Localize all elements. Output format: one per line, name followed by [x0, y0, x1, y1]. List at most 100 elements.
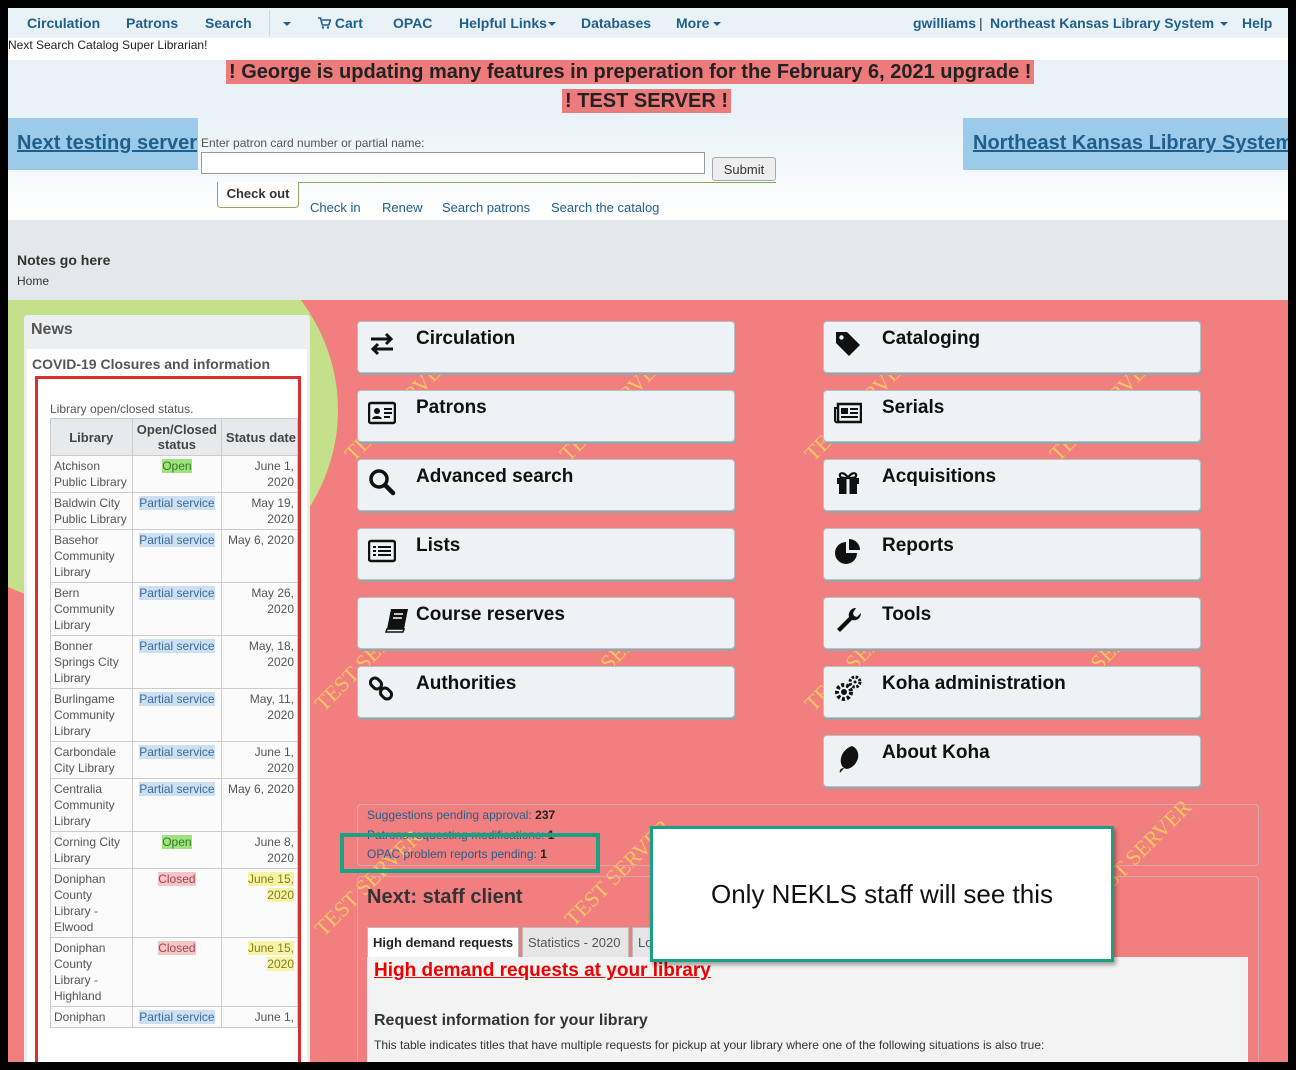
status-date: May 6, 2020: [227, 782, 294, 796]
nav-cart[interactable]: Cart: [318, 15, 363, 31]
tab-search-catalog[interactable]: Search the catalog: [551, 200, 659, 215]
status-cell: Partial service: [131, 529, 223, 583]
module-label: Koha administration: [882, 673, 1066, 694]
status-date: June 1,: [254, 1010, 294, 1024]
library-name: Bern Community Library: [50, 582, 133, 636]
module-cataloging[interactable]: Cataloging: [823, 321, 1201, 373]
breadcrumb[interactable]: Home: [17, 274, 49, 288]
search-icon: [369, 469, 396, 496]
book-icon: [384, 609, 408, 633]
table-row: Corning City Library Open June 8, 2020: [50, 831, 298, 869]
status-badge: Closed: [158, 872, 196, 886]
status-badge: Partial service: [139, 1010, 215, 1024]
status-date: June 15, 2020: [247, 872, 294, 902]
column-header-date: Status date: [221, 418, 298, 456]
nav-patrons[interactable]: Patrons: [126, 15, 178, 31]
login-subtitle: Next Search Catalog Super Librarian!: [8, 38, 208, 52]
table-row: Doniphan County Library - Highland Closed…: [50, 937, 298, 1007]
news-item: COVID-19 Closures and information Librar…: [27, 349, 307, 1062]
next-testing-server-link[interactable]: Next testing server: [17, 132, 197, 155]
patron-card-input[interactable]: [201, 152, 705, 174]
list-icon: [368, 539, 396, 563]
module-circulation[interactable]: Circulation: [357, 321, 735, 373]
table-row: Doniphan County Library - Elwood Closed Ju…: [50, 868, 298, 938]
tab-renew[interactable]: Renew: [382, 200, 422, 215]
table-row: Doniphan Partial service June 1,: [50, 1006, 298, 1028]
tab-check-out[interactable]: Check out: [217, 182, 299, 208]
module-patrons[interactable]: Patrons: [357, 390, 735, 442]
module-label: About Koha: [882, 742, 990, 763]
module-reports[interactable]: Reports: [823, 528, 1201, 580]
status-badge: Partial service: [139, 496, 215, 510]
module-label: Circulation: [416, 328, 516, 349]
status-table-body: Atchison Public Library Open June 1, 2020 B…: [50, 455, 298, 1028]
library-name: Corning City Library: [50, 831, 133, 869]
tab-high-demand-requests[interactable]: High demand requests: [367, 927, 519, 957]
module-tools[interactable]: Tools: [823, 597, 1201, 649]
table-row: Bern Community Library Partial service May…: [50, 582, 298, 636]
module-label: Course reserves: [416, 604, 565, 625]
suggestions-pending-label: Suggestions pending approval:: [367, 808, 532, 822]
status-date: June 1, 2020: [254, 745, 294, 775]
status-date: June 1, 2020: [254, 459, 294, 489]
tab-check-in[interactable]: Check in: [310, 200, 361, 215]
submit-button[interactable]: Submit: [712, 157, 776, 181]
pie-chart-icon: [835, 539, 860, 564]
patron-search-label: Enter patron card number or partial name…: [201, 136, 425, 150]
module-koha-administration[interactable]: Koha administration: [823, 666, 1201, 718]
module-authorities[interactable]: Authorities: [357, 666, 735, 718]
module-label: Authorities: [416, 673, 517, 694]
module-lists[interactable]: Lists: [357, 528, 735, 580]
nav-databases[interactable]: Databases: [581, 15, 651, 31]
module-acquisitions[interactable]: Acquisitions: [823, 459, 1201, 511]
nav-more[interactable]: More: [676, 15, 722, 31]
suggestions-pending-count: 237: [535, 808, 556, 822]
module-advanced-search[interactable]: Advanced search: [357, 459, 735, 511]
status-date: May 26, 2020: [251, 586, 294, 616]
module-course-reserves[interactable]: Course reserves: [357, 597, 735, 649]
id-card-icon: [368, 401, 396, 425]
status-badge: Partial service: [139, 745, 215, 759]
nav-search-dropdown[interactable]: [279, 15, 291, 31]
news-title: News: [31, 321, 73, 338]
status-cell: Partial service: [131, 635, 223, 689]
library-name: Doniphan County Library - Elwood: [50, 868, 133, 938]
nav-help[interactable]: Help: [1242, 15, 1272, 31]
nav-helpful-links[interactable]: Helpful Links: [459, 15, 556, 31]
nav-search[interactable]: Search: [205, 15, 252, 31]
status-date-cell: June 1, 2020: [221, 741, 298, 779]
status-date-cell: June 8, 2020: [221, 831, 298, 869]
nav-cart-label: Cart: [334, 15, 363, 31]
status-date: June 15, 2020: [247, 941, 294, 971]
tab-statistics-2020[interactable]: Statistics - 2020: [522, 927, 629, 957]
module-serials[interactable]: Serials: [823, 390, 1201, 442]
news-item-title: COVID-19 Closures and information: [32, 356, 271, 372]
library-name: Carbondale City Library: [50, 741, 133, 779]
status-date: May, 18, 2020: [248, 639, 294, 669]
chevron-down-icon: [283, 22, 291, 27]
link-icon: [368, 676, 394, 701]
tab-content: High demand requests at your library Req…: [367, 957, 1248, 1062]
status-cell: Partial service: [131, 778, 223, 832]
status-badge: Closed: [158, 941, 196, 955]
high-demand-requests-link[interactable]: High demand requests at your library: [374, 960, 711, 982]
news-panel: News COVID-19 Closures and information L…: [24, 315, 310, 1062]
nav-library[interactable]: Northeast Kansas Library System: [990, 15, 1229, 31]
nav-user[interactable]: gwilliams: [913, 15, 976, 31]
tab-search-patrons[interactable]: Search patrons: [442, 200, 530, 215]
page: Circulation Patrons Search Cart OPAC Hel…: [8, 8, 1288, 1062]
library-name: Basehor Community Library: [50, 529, 133, 583]
library-system-link[interactable]: Northeast Kansas Library System: [973, 132, 1288, 155]
suggestions-pending-link[interactable]: Suggestions pending approval: 237: [367, 808, 555, 822]
testing-server-box: Next testing server: [8, 118, 198, 170]
nav-divider: [269, 10, 270, 36]
banner-area: ! George is updating many features in pr…: [8, 60, 1288, 116]
nav-circulation[interactable]: Circulation: [27, 15, 100, 31]
library-name: Atchison Public Library: [50, 455, 133, 493]
status-date: May 6, 2020: [227, 533, 294, 547]
table-row: Atchison Public Library Open June 1, 2020: [50, 455, 298, 493]
nav-user-separator: |: [979, 15, 983, 31]
nav-opac[interactable]: OPAC: [393, 15, 432, 31]
module-about-koha[interactable]: About Koha: [823, 735, 1201, 787]
status-badge: Open: [162, 835, 192, 849]
